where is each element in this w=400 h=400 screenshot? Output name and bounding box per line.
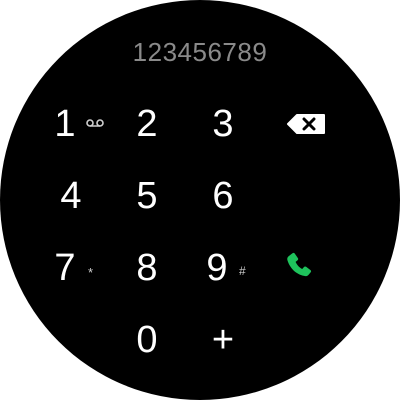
dialed-number-display: 123456789 [132,37,268,67]
key-digit: 3 [212,103,234,145]
key-sub-label: * [88,265,94,280]
key-digit: 2 [136,103,158,145]
backspace-button[interactable] [272,104,332,144]
keypad-key-8[interactable]: 8 [112,238,182,298]
key-digit: 8 [136,247,158,289]
key-digit: 0 [136,319,158,361]
key-digit: 7 [54,247,76,289]
key-digit: 5 [136,175,158,217]
voicemail-icon [86,119,104,127]
key-digit: + [211,319,235,361]
backspace-icon [287,114,325,134]
keypad-key-1[interactable]: 1 [36,94,106,154]
keypad-key-2[interactable]: 2 [112,94,182,154]
keypad-key-5[interactable]: 5 [112,166,182,226]
key-sub-label: # [239,264,246,278]
key-digit: 4 [60,175,82,217]
keypad-key-9[interactable]: 9 # [188,238,258,298]
keypad-key-0[interactable]: 0 [112,310,182,370]
keypad-key-7[interactable]: 7 * [36,238,106,298]
key-digit: 6 [212,175,234,217]
keypad-key-4[interactable]: 4 [36,166,106,226]
key-digit: 9 [206,247,228,289]
keypad-key-plus[interactable]: + [188,310,258,370]
keypad-key-6[interactable]: 6 [188,166,258,226]
dialer-screen: 123456789 1 2 3 4 5 6 7 * 8 9 # 0 + [0,0,400,400]
phone-call-icon [287,252,312,277]
call-button[interactable] [272,240,332,290]
keypad-key-3[interactable]: 3 [188,94,258,154]
